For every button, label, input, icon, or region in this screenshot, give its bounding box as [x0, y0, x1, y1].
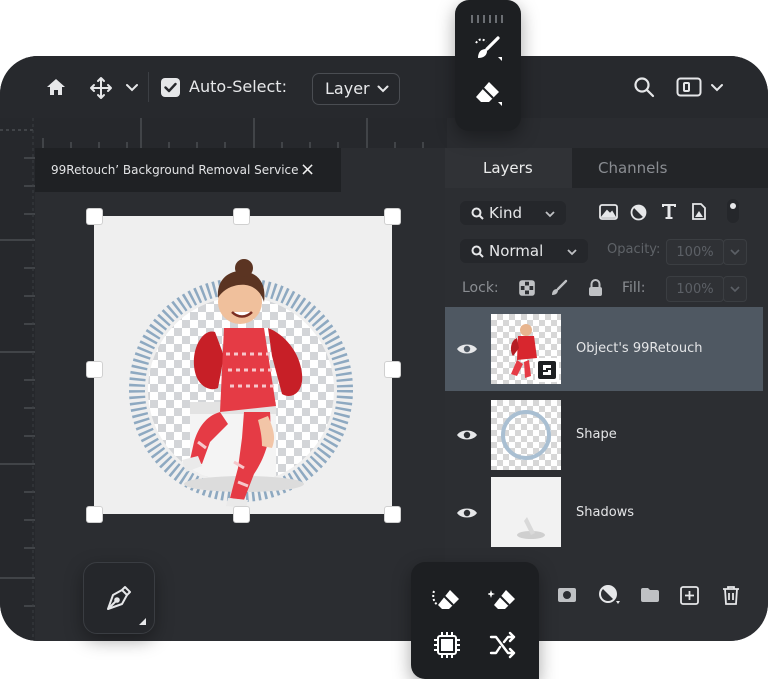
background-eraser-icon[interactable]: [431, 586, 463, 616]
transform-handle-top-left[interactable]: [87, 209, 102, 224]
magic-eraser-icon[interactable]: [487, 586, 519, 616]
eye-icon[interactable]: [455, 427, 479, 443]
layer-name-shadows: Shadows: [576, 505, 635, 520]
type-filter-icon[interactable]: [660, 202, 678, 220]
layer-thumbnail-object: [491, 314, 561, 384]
horizontal-ruler: [35, 118, 447, 148]
document-tab-title: 99Retouch’ Background Removal Service: [51, 163, 299, 177]
chevron-down-icon: [566, 247, 578, 257]
options-bar: Auto-Select: Layer: [0, 56, 768, 118]
tab-layers[interactable]: Layers: [445, 148, 572, 188]
adjustment-filter-icon[interactable]: [629, 203, 647, 221]
home-icon[interactable]: [44, 75, 68, 99]
move-icon[interactable]: [88, 75, 114, 101]
layer-thumbnail-shadows: [491, 477, 561, 547]
new-layer-icon[interactable]: [679, 585, 699, 605]
filter-kind-dropdown[interactable]: Kind: [460, 201, 566, 225]
transform-handle-bottom[interactable]: [234, 507, 249, 522]
auto-select-value: Layer: [325, 79, 370, 98]
transform-handle-bottom-right[interactable]: [385, 507, 400, 522]
trash-icon[interactable]: [721, 584, 741, 606]
transform-handle-top[interactable]: [234, 209, 249, 224]
pen-tool-button[interactable]: [83, 562, 155, 634]
adjustment-layer-icon[interactable]: [597, 584, 623, 606]
tab-channels[interactable]: Channels: [572, 148, 768, 188]
chevron-down-icon[interactable]: [709, 81, 725, 95]
workspace-icon[interactable]: [675, 76, 703, 98]
filter-kind-value: Kind: [489, 204, 523, 222]
floating-toolbox-top: [455, 0, 521, 131]
chevron-down-icon[interactable]: [124, 81, 140, 95]
blend-mode-value: Normal: [489, 242, 544, 260]
transform-handle-bottom-left[interactable]: [87, 507, 102, 522]
layer-name-object: Object's 99Retouch: [576, 341, 703, 356]
transform-handle-right[interactable]: [385, 362, 400, 377]
filter-toggle[interactable]: [727, 199, 739, 223]
opacity-label: Opacity:: [607, 242, 661, 257]
opacity-field[interactable]: 100%: [666, 239, 724, 265]
fill-dropdown[interactable]: [723, 276, 747, 302]
transform-handle-top-right[interactable]: [385, 209, 400, 224]
chip-icon[interactable]: [431, 630, 463, 660]
auto-select-dropdown[interactable]: Layer: [312, 73, 400, 105]
search-icon[interactable]: [632, 75, 656, 99]
search-icon: [470, 206, 484, 220]
layer-row-object[interactable]: Object's 99Retouch: [445, 307, 763, 391]
healing-brush-icon[interactable]: [473, 34, 505, 64]
blend-mode-dropdown[interactable]: Normal: [460, 239, 588, 263]
eye-icon[interactable]: [455, 341, 479, 357]
close-icon[interactable]: ×: [300, 159, 315, 180]
submenu-indicator: [139, 618, 146, 625]
layer-row-shadows[interactable]: Shadows: [445, 477, 763, 561]
lock-pixels-icon[interactable]: [549, 278, 569, 298]
shuffle-icon[interactable]: [487, 630, 519, 660]
lock-all-icon[interactable]: [586, 278, 604, 298]
eye-icon[interactable]: [455, 505, 479, 521]
grip-handle[interactable]: [469, 9, 507, 23]
editor-window: Auto-Select: Layer 99Retouch’ Background…: [0, 56, 768, 641]
vertical-ruler: [0, 118, 35, 641]
shape-filter-icon[interactable]: [690, 202, 708, 220]
opacity-dropdown[interactable]: [723, 239, 747, 265]
layer-thumbnail-shape: [491, 400, 561, 470]
layer-name-shape: Shape: [576, 427, 617, 442]
lock-transparency-icon[interactable]: [518, 279, 536, 297]
toolbar-divider: [148, 72, 149, 102]
layer-mask-icon[interactable]: [556, 586, 578, 604]
chevron-down-icon: [376, 83, 390, 95]
search-icon: [470, 244, 484, 258]
transform-handle-left[interactable]: [87, 362, 102, 377]
floating-toolbox-bottom: [411, 562, 539, 679]
document-tab[interactable]: 99Retouch’ Background Removal Service ×: [35, 148, 341, 192]
layer-row-shape[interactable]: Shape: [445, 393, 763, 477]
fill-label: Fill:: [622, 280, 646, 296]
tab-layers-label: Layers: [483, 159, 533, 177]
eraser-icon[interactable]: [473, 78, 505, 108]
chevron-down-icon: [544, 209, 556, 219]
smart-object-badge: [535, 358, 559, 382]
artboard-image[interactable]: [94, 216, 392, 514]
fill-field[interactable]: 100%: [666, 276, 724, 302]
lock-label: Lock:: [462, 280, 499, 296]
pen-tool-icon: [103, 582, 135, 614]
folder-icon[interactable]: [639, 586, 661, 604]
tab-channels-label: Channels: [598, 159, 668, 177]
auto-select-checkbox[interactable]: [161, 78, 180, 97]
auto-select-label: Auto-Select:: [189, 77, 287, 96]
image-filter-icon[interactable]: [598, 203, 618, 221]
